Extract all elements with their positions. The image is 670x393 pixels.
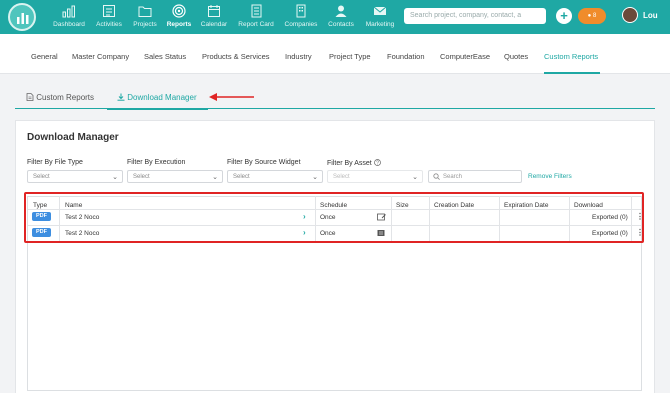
info-icon[interactable]: ? — [373, 159, 381, 166]
report-card-icon — [251, 4, 262, 18]
nav-label: Companies — [284, 21, 318, 28]
red-highlight-box-annotation — [24, 192, 644, 243]
asset-select-value: Select — [333, 174, 350, 180]
file-type-select-value: Select — [33, 174, 50, 180]
tab-products-services[interactable]: Products & Services — [202, 52, 270, 61]
asset-select[interactable]: Select ⌄ — [327, 170, 423, 183]
tab-general[interactable]: General — [31, 52, 58, 61]
logo-icon — [17, 13, 29, 24]
nav-contacts[interactable]: Contacts — [326, 4, 356, 32]
nav-label: Report Card — [238, 21, 274, 28]
source-widget-select-value: Select — [233, 174, 250, 180]
active-subtab-indicator — [107, 108, 208, 110]
chevron-down-icon: ⌄ — [412, 174, 418, 181]
chevron-down-icon: ⌄ — [312, 174, 318, 181]
avatar[interactable] — [622, 7, 638, 23]
tab-foundation[interactable]: Foundation — [387, 52, 425, 61]
category-tabs: General Master Company Sales Status Prod… — [0, 34, 670, 74]
nav-reports[interactable]: Reports — [164, 4, 194, 32]
app-logo[interactable] — [8, 3, 36, 31]
nav-activities[interactable]: Activities — [93, 4, 125, 32]
tab-quotes[interactable]: Quotes — [504, 52, 528, 61]
chevron-down-icon: ⌄ — [212, 174, 218, 181]
global-search-input[interactable]: Search project, company, contact, a — [404, 8, 546, 24]
download-icon — [117, 93, 125, 101]
tab-custom-reports[interactable]: Custom Reports — [544, 52, 598, 61]
nav-dashboard[interactable]: Dashboard — [52, 4, 86, 32]
tab-industry[interactable]: Industry — [285, 52, 312, 61]
subtab-label: Download Manager — [127, 93, 197, 102]
nav-label: Projects — [133, 21, 157, 28]
panel-title: Download Manager — [27, 132, 119, 143]
nav-calendar[interactable]: Calendar — [199, 4, 229, 32]
nav-label: Calendar — [200, 21, 228, 28]
bar-chart-icon — [62, 5, 75, 18]
filter-execution-label: Filter By Execution — [127, 159, 186, 166]
folder-icon — [138, 6, 152, 17]
filter-asset-label: Filter By Asset ? — [327, 159, 381, 167]
nav-companies[interactable]: Companies — [283, 4, 319, 32]
bell-icon: ● — [587, 13, 592, 19]
user-name[interactable]: Lou — [643, 11, 658, 20]
subtab-download-manager[interactable]: Download Manager — [117, 93, 197, 102]
nav-report-card[interactable]: Report Card — [236, 4, 276, 32]
remove-filters-link[interactable]: Remove Filters — [528, 173, 572, 180]
subtab-label: Custom Reports — [36, 93, 95, 102]
person-icon — [335, 5, 347, 17]
execution-select[interactable]: Select ⌄ — [127, 170, 223, 183]
notifications-badge[interactable]: ● 8 — [578, 8, 606, 24]
nav-label: Dashboard — [53, 21, 85, 28]
sub-tabs: Custom Reports Download Manager — [15, 85, 655, 109]
source-widget-select[interactable]: Select ⌄ — [227, 170, 323, 183]
nav-label: Reports — [166, 21, 192, 28]
execution-select-value: Select — [133, 174, 150, 180]
active-tab-indicator — [544, 72, 600, 74]
nav-label: Marketing — [365, 21, 395, 28]
file-type-select[interactable]: Select ⌄ — [27, 170, 123, 183]
filter-asset-label-text: Filter By Asset — [327, 160, 372, 167]
nav-label: Activities — [96, 21, 122, 28]
search-icon — [433, 173, 440, 180]
nav-projects[interactable]: Projects — [131, 4, 159, 32]
calendar-icon — [208, 5, 220, 17]
svg-text:?: ? — [376, 160, 379, 166]
table-search-input[interactable]: Search — [428, 170, 522, 183]
red-arrow-annotation — [209, 93, 254, 101]
filter-source-widget-label: Filter By Source Widget — [227, 159, 301, 166]
tab-sales-status[interactable]: Sales Status — [144, 52, 186, 61]
document-icon — [26, 93, 34, 101]
search-placeholder: Search — [443, 174, 463, 180]
add-button[interactable]: + — [556, 8, 572, 24]
calendar-list-icon — [103, 5, 115, 17]
chevron-down-icon: ⌄ — [112, 174, 118, 181]
subtab-custom-reports[interactable]: Custom Reports — [26, 93, 94, 102]
nav-marketing[interactable]: Marketing — [363, 4, 397, 32]
notification-count: 8 — [592, 13, 597, 19]
tab-master-company[interactable]: Master Company — [72, 52, 129, 61]
target-icon — [172, 4, 186, 18]
top-navigation-bar: Dashboard Activities Projects Reports Ca… — [0, 0, 670, 34]
tab-project-type[interactable]: Project Type — [329, 52, 371, 61]
building-icon — [296, 4, 306, 18]
filter-file-type-label: Filter By File Type — [27, 159, 83, 166]
envelope-icon — [373, 6, 387, 15]
nav-label: Contacts — [328, 21, 354, 28]
tab-computerease[interactable]: ComputerEase — [440, 52, 490, 61]
